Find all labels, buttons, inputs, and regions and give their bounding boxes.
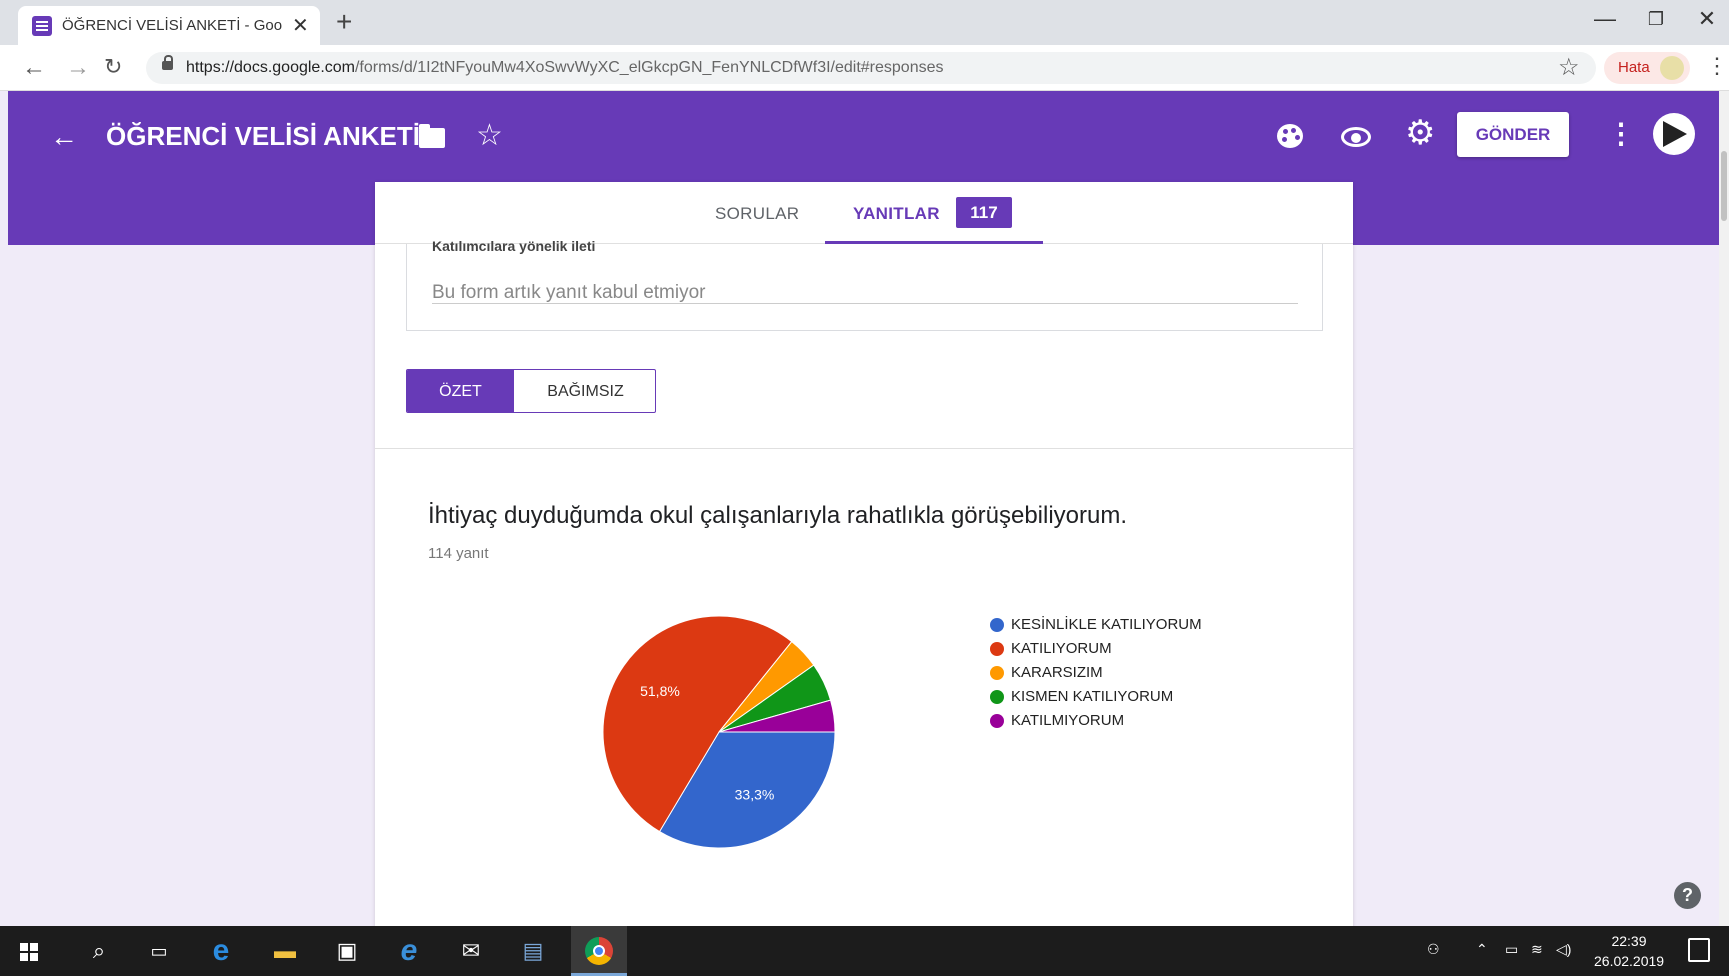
forward-icon[interactable]: → [66, 54, 90, 82]
new-tab-icon[interactable]: + [336, 6, 352, 38]
message-input[interactable]: Bu form artık yanıt kabul etmiyor [432, 282, 1298, 304]
star-icon[interactable]: ☆ [476, 118, 503, 153]
url-field[interactable]: https://docs.google.com/forms/d/1I2tNFyo… [146, 52, 1596, 84]
wifi-icon[interactable]: ≋ [1531, 941, 1543, 958]
volume-icon[interactable]: ◁) [1556, 941, 1571, 958]
close-tab-icon[interactable]: ✕ [292, 13, 309, 38]
people-icon[interactable]: ⚇ [1427, 941, 1440, 958]
tray-chevron-icon[interactable]: ⌃ [1476, 941, 1488, 958]
legend-swatch [990, 690, 1004, 704]
legend-swatch [990, 666, 1004, 680]
summary-toggle-button[interactable]: ÖZET [407, 370, 514, 412]
help-icon[interactable]: ? [1674, 882, 1701, 909]
edge-icon[interactable]: e [208, 936, 234, 966]
taskbar-clock[interactable]: 22:39 26.02.2019 [1594, 931, 1664, 971]
send-button[interactable]: GÖNDER [1457, 112, 1569, 157]
divider [375, 448, 1353, 449]
windows-taskbar: ⌕ ▭ e ▬ ▣ e ✉ ▤ ⚇ ⌃ ▭ ≋ ◁) 22:39 26.02.2… [0, 926, 1729, 976]
battery-icon: ▭ [1505, 941, 1519, 957]
legend-label: KATILMIYORUM [1011, 712, 1125, 729]
search-icon[interactable]: ⌕ [86, 938, 112, 964]
minimize-icon[interactable]: — [1590, 6, 1620, 32]
account-avatar[interactable] [1653, 113, 1695, 155]
legend-label: KARARSIZIM [1011, 664, 1103, 681]
tab-title: ÖĞRENCİ VELİSİ ANKETİ - Google [62, 17, 282, 34]
legend-label: KATILIYORUM [1011, 640, 1112, 657]
legend-label: KISMEN KATILIYORUM [1011, 688, 1174, 705]
settings-gear-icon[interactable]: ⚙ [1405, 116, 1435, 150]
word-icon[interactable]: ▤ [520, 938, 546, 964]
browser-tab[interactable]: ÖĞRENCİ VELİSİ ANKETİ - Google ✕ [18, 6, 320, 45]
message-label: Katılımcılara yönelik ileti [432, 238, 596, 254]
windows-start-icon[interactable] [20, 943, 38, 961]
error-label: Hata [1618, 59, 1650, 76]
bookmark-star-icon[interactable]: ☆ [1558, 53, 1580, 82]
preview-eye-icon[interactable] [1341, 127, 1371, 147]
view-toggle: ÖZET BAĞIMSIZ [406, 369, 656, 413]
back-icon[interactable]: ← [22, 54, 46, 82]
address-bar: ← → ↻ https://docs.google.com/forms/d/1I… [0, 45, 1729, 91]
more-options-icon[interactable]: ⋮ [1607, 117, 1635, 150]
legend-label: KESİNLİKLE KATILIYORUM [1011, 616, 1202, 633]
responses-card: SORULAR YANITLAR 117 Katılımcılara yönel… [375, 182, 1353, 936]
chrome-icon [585, 937, 613, 965]
reload-icon[interactable]: ↻ [104, 54, 122, 80]
lock-icon [162, 55, 173, 70]
profile-error-pill[interactable]: Hata [1604, 52, 1690, 84]
responses-count-badge: 117 [956, 197, 1012, 228]
individual-toggle-button[interactable]: BAĞIMSIZ [514, 370, 655, 412]
internet-explorer-icon[interactable]: e [396, 936, 422, 966]
scrollbar-thumb[interactable] [1721, 151, 1727, 221]
browser-tab-strip: ÖĞRENCİ VELİSİ ANKETİ - Google ✕ + — ❐ ✕ [0, 0, 1729, 45]
google-forms-icon [32, 16, 52, 36]
profile-avatar [1660, 56, 1684, 80]
file-explorer-icon[interactable]: ▬ [272, 938, 298, 964]
tab-responses-label: YANITLAR [853, 204, 940, 223]
respondent-message-box: Katılımcılara yönelik ileti Bu form artı… [406, 238, 1323, 331]
back-arrow-icon[interactable]: ← [50, 121, 78, 153]
form-tabs: SORULAR YANITLAR 117 [375, 182, 1353, 244]
notifications-icon[interactable] [1688, 938, 1710, 962]
response-count: 114 yanıt [428, 545, 489, 562]
pie-data-label: 51,8% [640, 683, 680, 699]
legend-swatch [990, 714, 1004, 728]
legend-swatch [990, 642, 1004, 656]
url-text: https://docs.google.com/forms/d/1I2tNFyo… [186, 59, 944, 76]
legend-swatch [990, 618, 1004, 632]
question-title: İhtiyaç duyduğumda okul çalışanlarıyla r… [428, 502, 1128, 529]
folder-icon[interactable] [419, 124, 445, 148]
restore-icon[interactable]: ❐ [1641, 9, 1671, 30]
tab-responses[interactable]: YANITLAR 117 [825, 182, 1043, 244]
close-window-icon[interactable]: ✕ [1692, 6, 1722, 32]
task-view-icon[interactable]: ▭ [146, 938, 172, 964]
page-scrollbar[interactable] [1719, 91, 1729, 926]
chrome-menu-icon[interactable]: ⋮ [1706, 53, 1728, 79]
mail-icon[interactable]: ✉ [458, 938, 484, 964]
pie-data-label: 33,3% [735, 787, 775, 803]
form-title[interactable]: ÖĞRENCİ VELİSİ ANKETİ [106, 121, 420, 152]
clock-date: 26.02.2019 [1594, 953, 1665, 969]
palette-icon[interactable] [1277, 124, 1303, 148]
tab-questions[interactable]: SORULAR [715, 204, 799, 224]
pie-chart: 33,3% 51,8% [602, 615, 836, 849]
clock-time: 22:39 [1611, 933, 1647, 949]
store-icon[interactable]: ▣ [334, 938, 360, 964]
